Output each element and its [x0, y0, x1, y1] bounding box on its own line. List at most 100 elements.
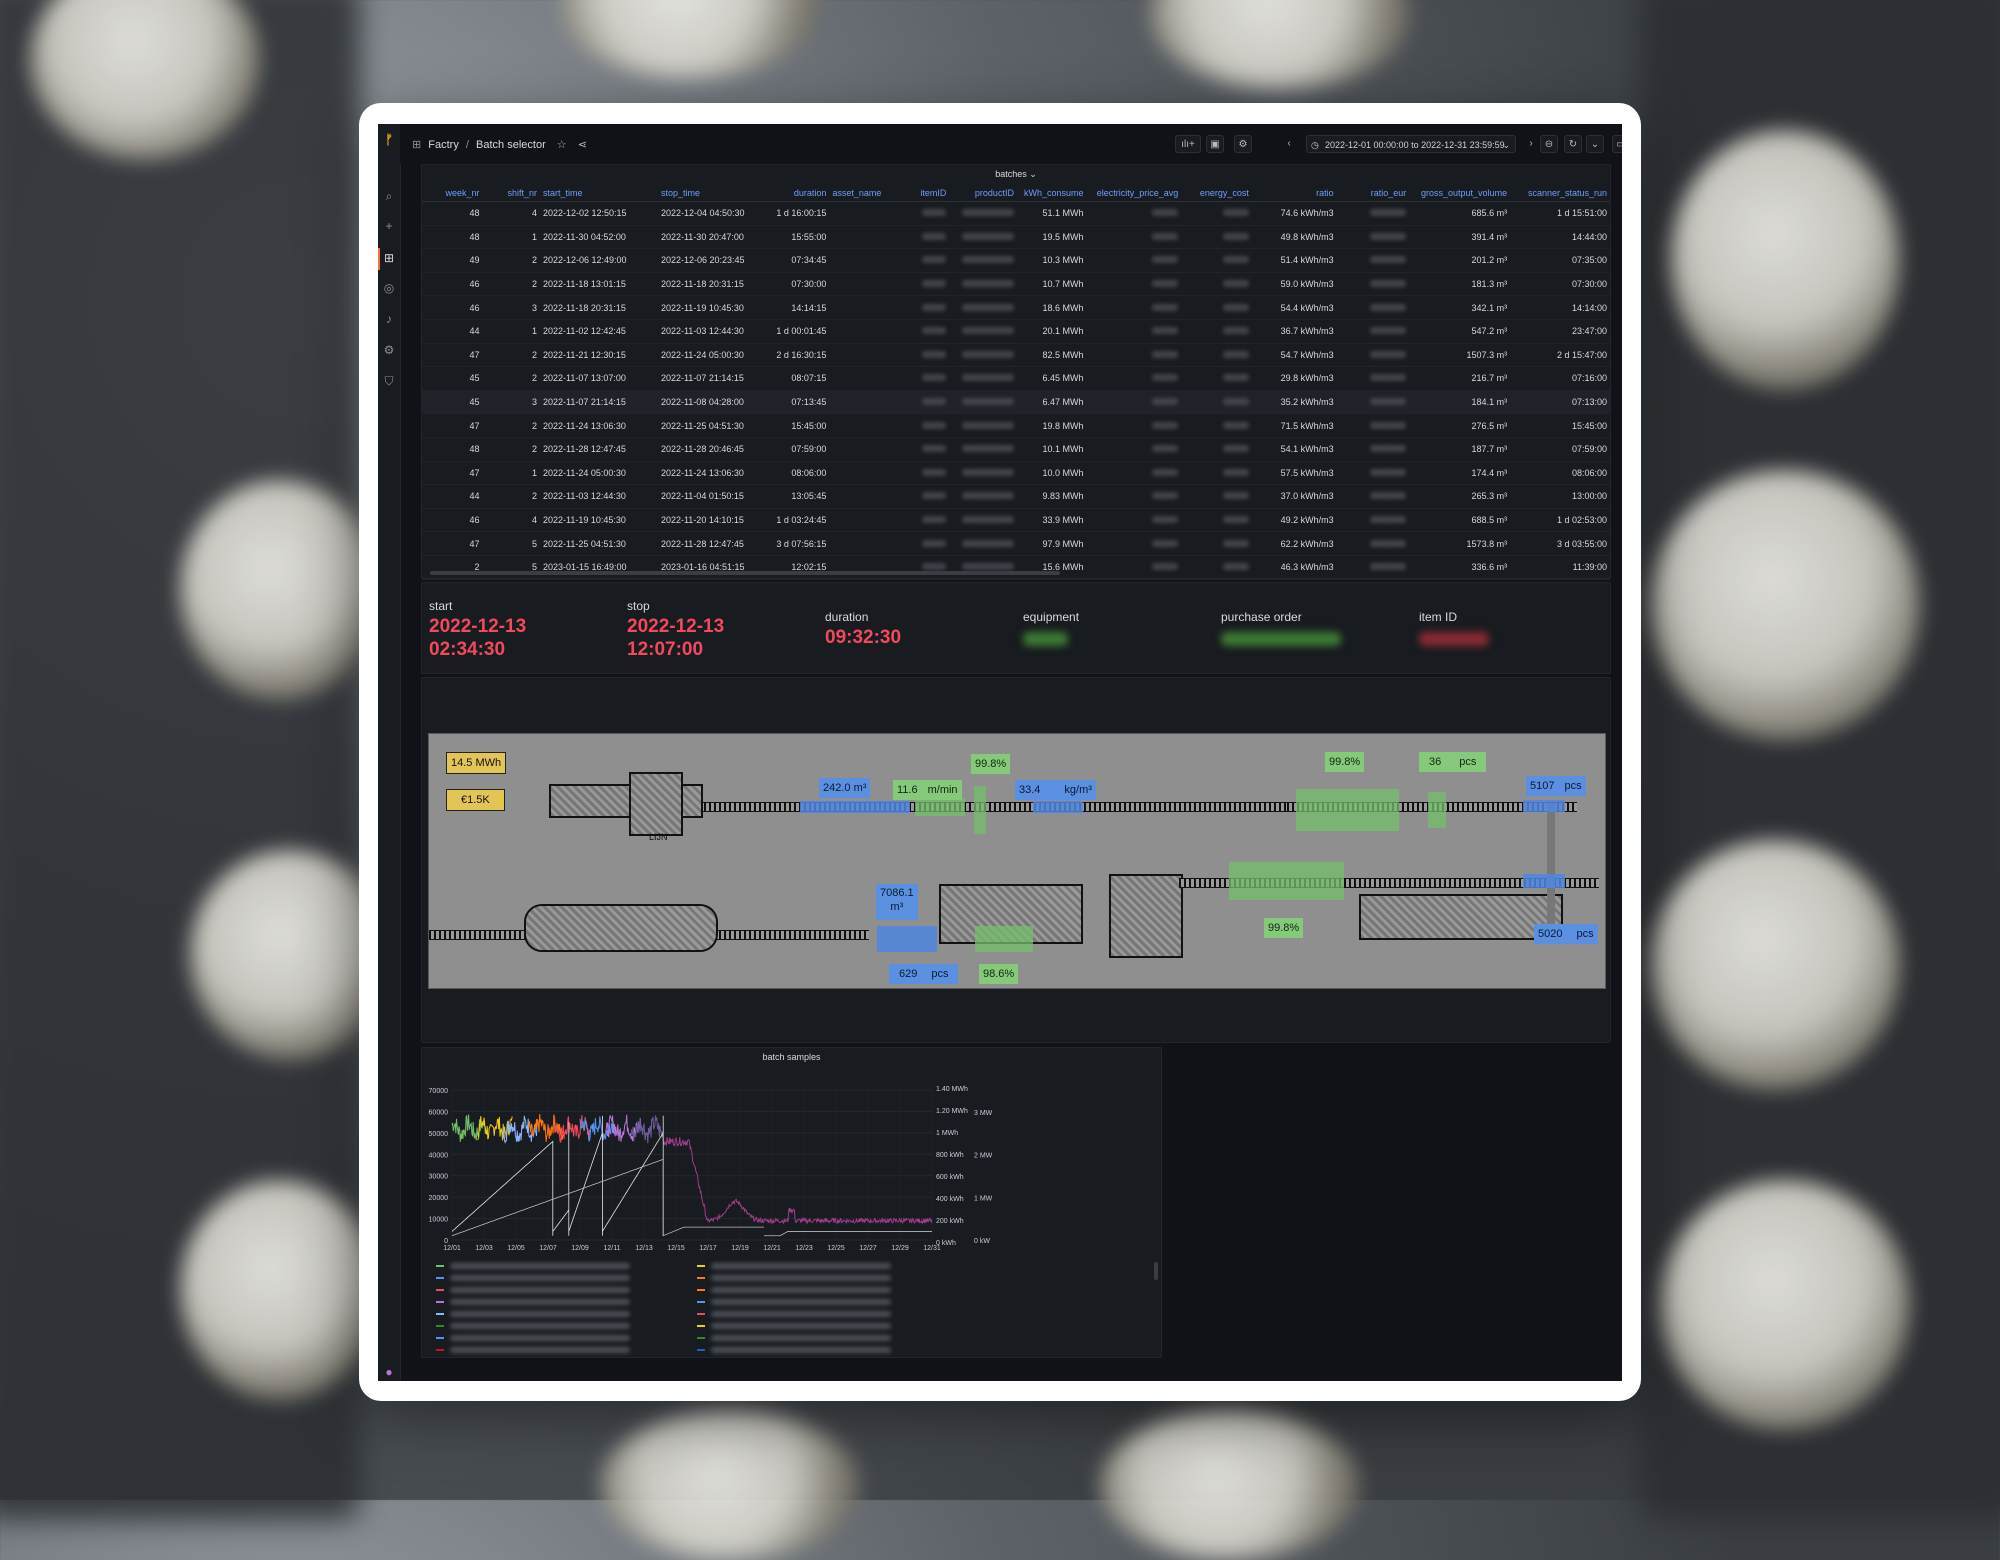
table-row[interactable]: 44 1 2022-11-02 12:42:45 2022-11-03 12:44:3…	[422, 319, 1610, 344]
column-header-productid[interactable]: productID	[949, 185, 1017, 202]
tv-mode-icon[interactable]: ▭	[1612, 135, 1622, 153]
panel-title[interactable]: batches ⌄	[422, 169, 1610, 180]
table-row[interactable]: 45 2 2022-11-07 13:07:00 2022-11-07 21:14:1…	[422, 366, 1610, 391]
line-speed-tag: 11.6 m/min	[893, 780, 962, 800]
breadcrumb-dashboard[interactable]: Batch selector	[476, 139, 546, 151]
time-back-icon[interactable]: ‹	[1280, 135, 1298, 153]
redacted-cell	[1086, 555, 1182, 580]
column-header-itemid[interactable]: itemID	[917, 185, 950, 202]
user-avatar-icon[interactable]: ●	[381, 1364, 397, 1380]
x-tick-label: 12/09	[571, 1245, 589, 1252]
stop-time-value: 12:07:00	[627, 639, 704, 660]
breadcrumb-folder[interactable]: Factry	[428, 139, 459, 151]
table-row[interactable]: 47 1 2022-11-24 05:00:30 2022-11-24 13:06:3…	[422, 461, 1610, 486]
batch-samples-chart[interactable]: 70000 60000 50000 40000 30000 20000 10000 0 1.40…	[422, 1048, 1161, 1268]
save-icon[interactable]: ▣	[1206, 135, 1224, 153]
column-header-start-time[interactable]: start_time	[539, 185, 658, 202]
gear-icon[interactable]: ⚙	[381, 342, 397, 358]
table-cell-ratio: 35.2 kWh/m3	[1251, 390, 1337, 415]
redacted-value	[1152, 539, 1179, 547]
shield-icon[interactable]: ⛉	[381, 373, 397, 389]
table-cell-ratio: 29.8 kWh/m3	[1251, 366, 1337, 391]
redacted-value	[922, 468, 947, 476]
redacted-value	[922, 256, 947, 264]
column-header-asset-name[interactable]: asset_name	[829, 185, 918, 202]
column-header-electricity-price-avg[interactable]: electricity_price_avg	[1086, 185, 1182, 202]
table-row[interactable]: 48 4 2022-12-02 12:50:15 2022-12-04 04:50:3…	[422, 201, 1610, 226]
dashboards-grid-icon: ⊞	[412, 139, 422, 151]
table-row[interactable]: 47 2 2022-11-24 13:06:30 2022-11-25 04:51:3…	[422, 413, 1610, 438]
column-header-scanner-status-run[interactable]: scanner_status_run	[1510, 185, 1610, 202]
star-icon[interactable]: ☆	[557, 139, 567, 151]
redacted-value	[922, 303, 947, 311]
background-meter	[1650, 840, 1900, 1090]
background-meter	[180, 1180, 380, 1400]
redacted-cell	[1336, 413, 1410, 438]
table-cell-start-time: 2022-11-24 13:06:30	[539, 413, 658, 438]
x-tick-label: 12/03	[475, 1245, 493, 1252]
column-header-ratio-eur[interactable]: ratio_eur	[1336, 185, 1410, 202]
column-header-ratio[interactable]: ratio	[1251, 185, 1337, 202]
horizontal-scrollbar[interactable]	[430, 571, 1060, 575]
redacted-cell	[917, 555, 950, 580]
legend-label-redacted	[450, 1275, 630, 1281]
redacted-value	[1222, 468, 1249, 476]
power-line	[764, 1231, 932, 1237]
explore-icon[interactable]: ◎	[381, 280, 397, 296]
plus-icon[interactable]: +	[381, 218, 397, 234]
refresh-icon[interactable]: ↻	[1564, 135, 1582, 153]
column-header-week-nr[interactable]: week_nr	[422, 185, 483, 202]
purchase-order-value-redacted	[1221, 632, 1341, 646]
table-row[interactable]: 47 2 2022-11-21 12:30:15 2022-11-24 05:00:3…	[422, 343, 1610, 368]
app-logo-icon[interactable]: ᚠ	[381, 132, 397, 148]
background-meter	[560, 0, 820, 80]
table-cell-start-time: 2022-11-28 12:47:45	[539, 437, 658, 462]
table-row[interactable]: 46 4 2022-11-19 10:45:30 2022-11-20 14:10:1…	[422, 508, 1610, 533]
table-cell-stop-time: 2022-11-08 04:28:00	[657, 390, 759, 415]
column-header-duration[interactable]: duration	[758, 185, 830, 202]
table-row[interactable]: 48 2 2022-11-28 12:47:45 2022-11-28 20:46:4…	[422, 437, 1610, 462]
refresh-interval-chevron-icon[interactable]: ⌄	[1586, 135, 1604, 153]
column-header-stop-time[interactable]: stop_time	[657, 185, 759, 202]
redacted-value	[1152, 256, 1179, 264]
redacted-value	[1370, 256, 1407, 264]
column-header-gross-output-volume[interactable]: gross_output_volume	[1409, 185, 1511, 202]
duration-label: duration	[825, 610, 869, 624]
table-row[interactable]: 46 3 2022-11-18 20:31:15 2022-11-19 10:45:3…	[422, 295, 1610, 320]
table-row[interactable]: 47 5 2022-11-25 04:51:30 2022-11-28 12:47:4…	[422, 531, 1610, 556]
redacted-value	[922, 209, 947, 217]
search-icon[interactable]: ⌕	[381, 188, 397, 204]
table-row[interactable]: 48 1 2022-11-30 04:52:00 2022-11-30 20:47:0…	[422, 225, 1610, 250]
redacted-cell	[949, 437, 1017, 462]
time-range-picker[interactable]: ◷ 2022-12-01 00:00:00 to 2022-12-31 23:5…	[1306, 135, 1516, 153]
top-bar: ⊞ Factry / Batch selector ☆ ⋖ ılı+ ▣ ⚙ ‹…	[400, 124, 1622, 164]
redacted-cell	[829, 413, 918, 438]
settings-icon[interactable]: ⚙	[1234, 135, 1252, 153]
dashboards-icon[interactable]: ⊞	[381, 250, 397, 266]
redacted-value	[961, 516, 1014, 524]
legend-scrollbar[interactable]	[1154, 1262, 1158, 1280]
table-row[interactable]: 49 2 2022-12-06 12:49:00 2022-12-06 20:23:4…	[422, 248, 1610, 273]
y-left-tick-label: 10000	[429, 1217, 449, 1224]
zoom-out-icon[interactable]: ⊖	[1540, 135, 1558, 153]
column-header-kwh-consume[interactable]: kWh_consume	[1016, 185, 1087, 202]
legend-swatch	[697, 1313, 705, 1315]
bell-icon[interactable]: ♪	[381, 311, 397, 327]
add-panel-icon[interactable]: ılı+	[1175, 135, 1201, 153]
x-tick-label: 12/21	[763, 1245, 781, 1252]
column-header-shift-nr[interactable]: shift_nr	[482, 185, 540, 202]
share-icon[interactable]: ⋖	[578, 139, 587, 151]
table-cell-week-nr: 44	[422, 484, 483, 509]
redacted-cell	[917, 531, 950, 556]
time-forward-icon[interactable]: ›	[1522, 135, 1540, 153]
data-series-line	[662, 1137, 933, 1225]
table-row[interactable]: 2 5 2023-01-15 16:49:00 2023-01-16 04:51:15…	[422, 555, 1610, 580]
table-cell-kwh-consume: 10.1 MWh	[1016, 437, 1087, 462]
redacted-value	[1370, 398, 1407, 406]
column-header-energy-cost[interactable]: energy_cost	[1181, 185, 1252, 202]
table-row[interactable]: 44 2 2022-11-03 12:44:30 2022-11-04 01:50:1…	[422, 484, 1610, 509]
table-row[interactable]: 46 2 2022-11-18 13:01:15 2022-11-18 20:31:1…	[422, 272, 1610, 297]
redacted-cell	[949, 461, 1017, 486]
redacted-cell	[1086, 484, 1182, 509]
table-row[interactable]: 45 3 2022-11-07 21:14:15 2022-11-08 04:28:0…	[422, 390, 1610, 415]
